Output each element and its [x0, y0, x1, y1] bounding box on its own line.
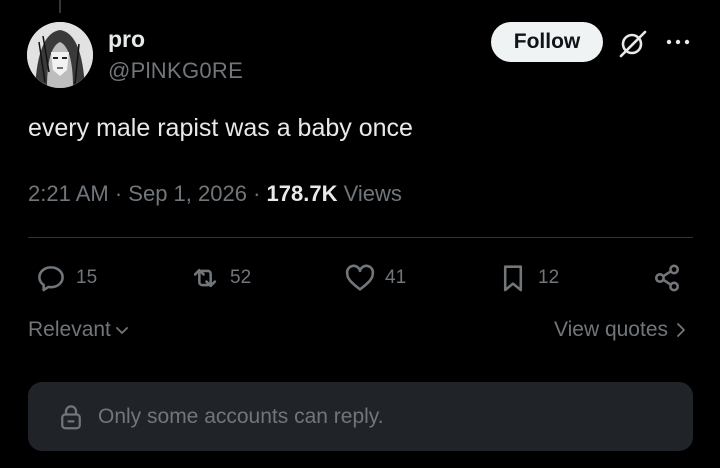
like-count: 41 [385, 267, 407, 288]
share-icon [654, 264, 680, 292]
reply-restriction-text: Only some accounts can reply. [98, 404, 384, 428]
lock-icon [61, 404, 81, 429]
reply-count: 15 [76, 267, 98, 288]
meta-separator: · [114, 181, 123, 206]
bookmark-count: 12 [538, 267, 560, 288]
bookmark-icon [503, 265, 523, 292]
grok-slash-circle-icon[interactable] [616, 26, 650, 60]
post-text: every male rapist was a baby once [28, 114, 413, 142]
sort-label: Relevant [28, 318, 111, 341]
sort-replies-dropdown[interactable]: Relevant [28, 318, 130, 342]
bookmark-action[interactable]: 12 [496, 258, 559, 298]
view-quotes-label: View quotes [553, 318, 668, 341]
like-action[interactable]: 41 [343, 258, 406, 298]
chevron-down-icon [115, 327, 128, 334]
reply-action[interactable]: 15 [34, 258, 97, 298]
repost-icon [193, 268, 217, 288]
heart-icon [345, 264, 375, 291]
post-time[interactable]: 2:21 AM [28, 181, 109, 206]
avatar-image [27, 22, 93, 88]
view-quotes-link[interactable]: View quotes [554, 318, 688, 342]
meta-separator: · [253, 181, 261, 206]
repost-action[interactable]: 52 [188, 258, 251, 298]
post-date[interactable]: Sep 1, 2026 [128, 181, 247, 206]
divider [28, 237, 693, 238]
reply-restriction-banner: Only some accounts can reply. [28, 382, 693, 451]
views-count: 178.7K [266, 181, 338, 206]
author-handle[interactable]: @PlNKG0RE [108, 58, 243, 84]
chevron-right-icon [677, 323, 685, 337]
views-label: Views [343, 181, 402, 206]
thread-connector-line [59, 0, 61, 13]
follow-button[interactable]: Follow [491, 22, 603, 62]
author-name[interactable]: pro [108, 26, 145, 53]
repost-count: 52 [230, 267, 252, 288]
post-metadata: 2:21 AM · Sep 1, 2026 · 178.7K Views [28, 181, 402, 207]
more-dots-icon[interactable] [664, 31, 692, 53]
avatar[interactable] [27, 22, 93, 88]
reply-icon [38, 266, 64, 292]
share-action[interactable] [650, 258, 684, 298]
